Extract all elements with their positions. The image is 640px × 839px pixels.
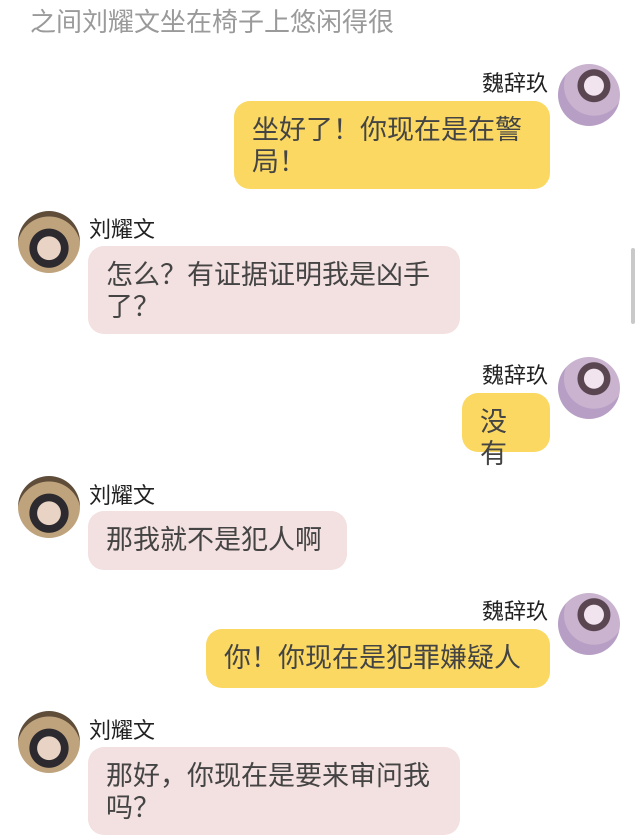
message-bubble[interactable]: 那好，你现在是要来审问我吗？ [88, 747, 460, 835]
scrollbar[interactable] [631, 248, 635, 324]
message-bubble[interactable]: 怎么？有证据证明我是凶手了？ [88, 246, 460, 334]
message-bubble[interactable]: 坐好了！你现在是在警局！ [234, 101, 550, 189]
speaker-name: 刘耀文 [89, 218, 156, 243]
speaker-name: 刘耀文 [89, 719, 156, 744]
message-bubble[interactable]: 那我就不是犯人啊 [88, 511, 347, 570]
narration-text: 之间刘耀文坐在椅子上悠闲得很 [30, 8, 395, 38]
speaker-name: 魏辞玖 [481, 364, 548, 389]
speaker-name: 魏辞玖 [481, 600, 548, 625]
avatar[interactable] [558, 357, 620, 419]
speaker-name: 刘耀文 [89, 484, 156, 509]
avatar[interactable] [18, 211, 80, 273]
message-bubble[interactable]: 你！你现在是犯罪嫌疑人 [206, 629, 550, 688]
avatar[interactable] [558, 593, 620, 655]
avatar[interactable] [18, 711, 80, 773]
speaker-name: 魏辞玖 [481, 72, 548, 97]
avatar[interactable] [18, 476, 80, 538]
avatar[interactable] [558, 64, 620, 126]
message-bubble[interactable]: 没有 [462, 393, 550, 470]
